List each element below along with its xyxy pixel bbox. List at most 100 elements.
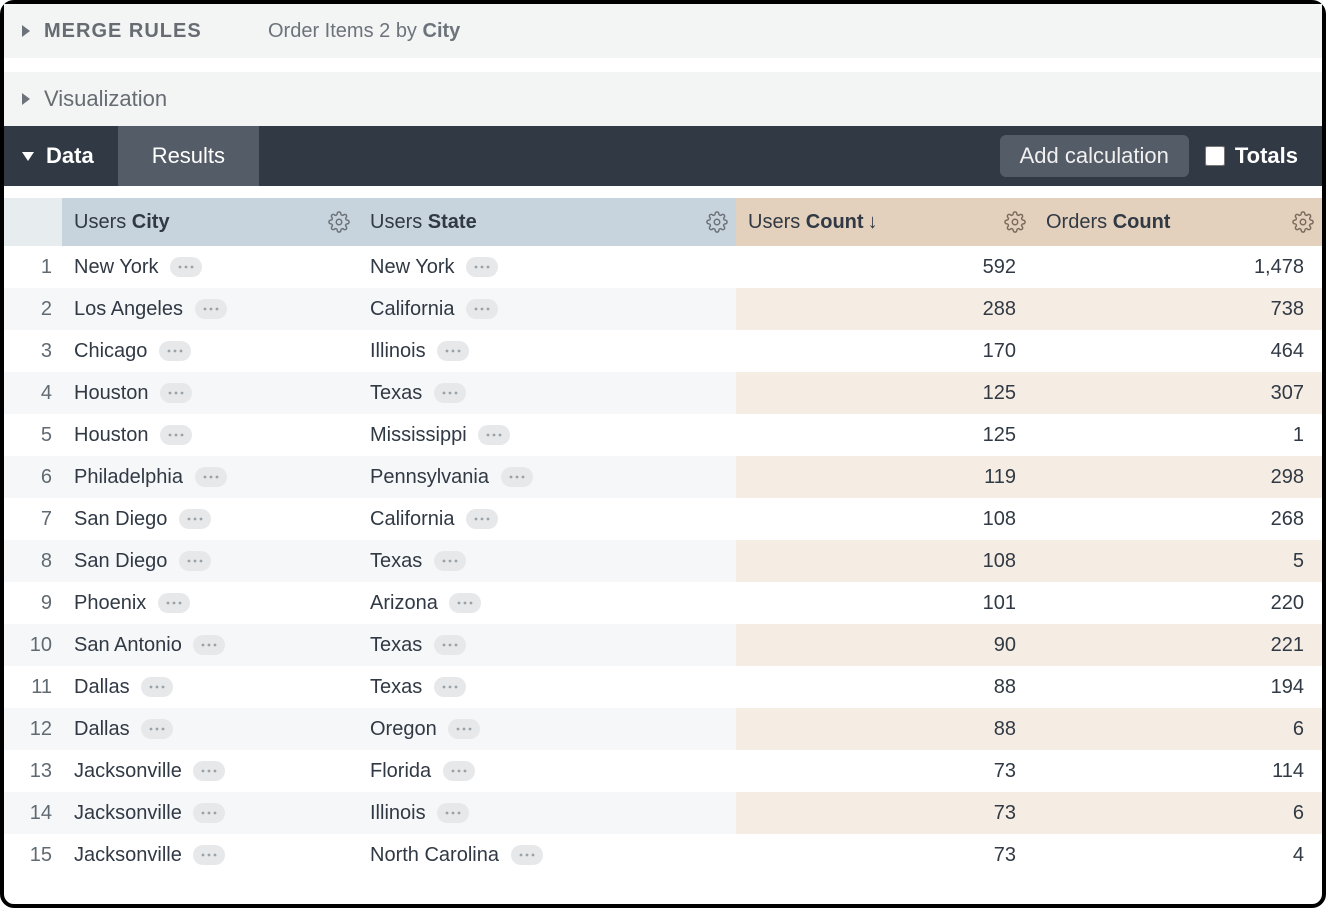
- data-tab[interactable]: Data: [4, 126, 118, 186]
- cell-state[interactable]: Texas: [358, 540, 736, 582]
- ellipsis-icon[interactable]: [193, 761, 225, 781]
- column-header-users-count[interactable]: Users Count ↓: [736, 198, 1034, 246]
- cell-city[interactable]: Dallas: [62, 666, 358, 708]
- cell-orders-count[interactable]: 298: [1034, 456, 1322, 498]
- ellipsis-icon[interactable]: [437, 803, 469, 823]
- ellipsis-icon[interactable]: [501, 467, 533, 487]
- cell-city[interactable]: Jacksonville: [62, 750, 358, 792]
- totals-toggle[interactable]: Totals: [1205, 126, 1322, 186]
- ellipsis-icon[interactable]: [170, 257, 202, 277]
- cell-city[interactable]: New York: [62, 246, 358, 288]
- cell-users-count[interactable]: 73: [736, 750, 1034, 792]
- cell-city[interactable]: Jacksonville: [62, 834, 358, 876]
- ellipsis-icon[interactable]: [195, 299, 227, 319]
- cell-orders-count[interactable]: 4: [1034, 834, 1322, 876]
- cell-orders-count[interactable]: 307: [1034, 372, 1322, 414]
- cell-state[interactable]: Mississippi: [358, 414, 736, 456]
- cell-users-count[interactable]: 88: [736, 708, 1034, 750]
- ellipsis-icon[interactable]: [466, 509, 498, 529]
- ellipsis-icon[interactable]: [448, 719, 480, 739]
- ellipsis-icon[interactable]: [141, 719, 173, 739]
- cell-state[interactable]: California: [358, 288, 736, 330]
- cell-city[interactable]: Dallas: [62, 708, 358, 750]
- cell-state[interactable]: Texas: [358, 666, 736, 708]
- gear-icon[interactable]: [1292, 211, 1314, 233]
- ellipsis-icon[interactable]: [466, 257, 498, 277]
- cell-orders-count[interactable]: 1: [1034, 414, 1322, 456]
- ellipsis-icon[interactable]: [449, 593, 481, 613]
- ellipsis-icon[interactable]: [434, 635, 466, 655]
- cell-users-count[interactable]: 119: [736, 456, 1034, 498]
- ellipsis-icon[interactable]: [511, 845, 543, 865]
- cell-city[interactable]: Jacksonville: [62, 792, 358, 834]
- ellipsis-icon[interactable]: [179, 509, 211, 529]
- cell-state[interactable]: Oregon: [358, 708, 736, 750]
- ellipsis-icon[interactable]: [195, 467, 227, 487]
- cell-orders-count[interactable]: 220: [1034, 582, 1322, 624]
- cell-state[interactable]: Illinois: [358, 792, 736, 834]
- cell-orders-count[interactable]: 194: [1034, 666, 1322, 708]
- cell-state[interactable]: Illinois: [358, 330, 736, 372]
- ellipsis-icon[interactable]: [434, 677, 466, 697]
- ellipsis-icon[interactable]: [193, 635, 225, 655]
- cell-city[interactable]: Los Angeles: [62, 288, 358, 330]
- ellipsis-icon[interactable]: [159, 341, 191, 361]
- results-tab[interactable]: Results: [118, 126, 259, 186]
- cell-users-count[interactable]: 592: [736, 246, 1034, 288]
- cell-city[interactable]: Houston: [62, 414, 358, 456]
- column-header-orders-count[interactable]: Orders Count: [1034, 198, 1322, 246]
- cell-users-count[interactable]: 88: [736, 666, 1034, 708]
- cell-state[interactable]: New York: [358, 246, 736, 288]
- ellipsis-icon[interactable]: [193, 803, 225, 823]
- ellipsis-icon[interactable]: [160, 383, 192, 403]
- cell-orders-count[interactable]: 114: [1034, 750, 1322, 792]
- cell-users-count[interactable]: 108: [736, 540, 1034, 582]
- ellipsis-icon[interactable]: [437, 341, 469, 361]
- merge-rules-panel[interactable]: Merge Rules Order Items 2 by City: [4, 4, 1322, 58]
- cell-city[interactable]: Houston: [62, 372, 358, 414]
- cell-users-count[interactable]: 288: [736, 288, 1034, 330]
- cell-orders-count[interactable]: 268: [1034, 498, 1322, 540]
- ellipsis-icon[interactable]: [466, 299, 498, 319]
- ellipsis-icon[interactable]: [443, 761, 475, 781]
- cell-users-count[interactable]: 101: [736, 582, 1034, 624]
- cell-city[interactable]: San Diego: [62, 540, 358, 582]
- ellipsis-icon[interactable]: [193, 845, 225, 865]
- ellipsis-icon[interactable]: [141, 677, 173, 697]
- cell-city[interactable]: Phoenix: [62, 582, 358, 624]
- cell-state[interactable]: California: [358, 498, 736, 540]
- column-header-state[interactable]: Users State: [358, 198, 736, 246]
- ellipsis-icon[interactable]: [434, 383, 466, 403]
- cell-city[interactable]: San Diego: [62, 498, 358, 540]
- gear-icon[interactable]: [1004, 211, 1026, 233]
- cell-city[interactable]: San Antonio: [62, 624, 358, 666]
- cell-city[interactable]: Philadelphia: [62, 456, 358, 498]
- cell-state[interactable]: North Carolina: [358, 834, 736, 876]
- gear-icon[interactable]: [706, 211, 728, 233]
- cell-users-count[interactable]: 125: [736, 414, 1034, 456]
- ellipsis-icon[interactable]: [158, 593, 190, 613]
- cell-orders-count[interactable]: 6: [1034, 708, 1322, 750]
- cell-users-count[interactable]: 170: [736, 330, 1034, 372]
- gear-icon[interactable]: [328, 211, 350, 233]
- cell-users-count[interactable]: 125: [736, 372, 1034, 414]
- cell-state[interactable]: Florida: [358, 750, 736, 792]
- column-header-city[interactable]: Users City: [62, 198, 358, 246]
- cell-users-count[interactable]: 73: [736, 792, 1034, 834]
- cell-users-count[interactable]: 90: [736, 624, 1034, 666]
- cell-state[interactable]: Texas: [358, 624, 736, 666]
- totals-checkbox[interactable]: [1205, 146, 1225, 166]
- cell-state[interactable]: Texas: [358, 372, 736, 414]
- cell-orders-count[interactable]: 6: [1034, 792, 1322, 834]
- cell-state[interactable]: Arizona: [358, 582, 736, 624]
- cell-orders-count[interactable]: 464: [1034, 330, 1322, 372]
- ellipsis-icon[interactable]: [434, 551, 466, 571]
- ellipsis-icon[interactable]: [160, 425, 192, 445]
- visualization-panel[interactable]: Visualization: [4, 72, 1322, 126]
- ellipsis-icon[interactable]: [179, 551, 211, 571]
- cell-users-count[interactable]: 73: [736, 834, 1034, 876]
- ellipsis-icon[interactable]: [478, 425, 510, 445]
- cell-city[interactable]: Chicago: [62, 330, 358, 372]
- cell-orders-count[interactable]: 221: [1034, 624, 1322, 666]
- cell-orders-count[interactable]: 5: [1034, 540, 1322, 582]
